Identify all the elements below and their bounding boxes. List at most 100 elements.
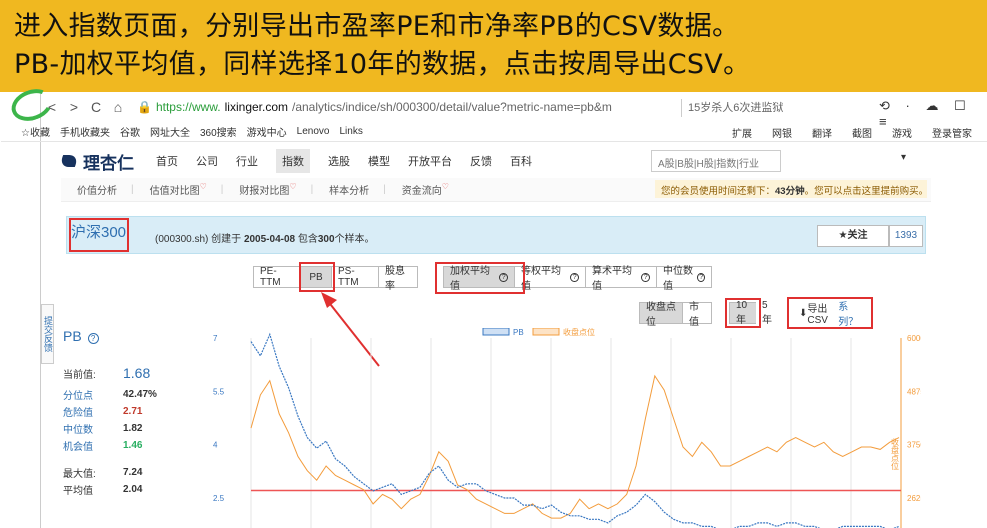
bookmark-item[interactable]: Links xyxy=(339,126,362,137)
bookmark-tool[interactable]: 网银 xyxy=(772,125,792,140)
stat-row-max: 最大值: 7.24 xyxy=(63,467,143,480)
nav-model[interactable]: 模型 xyxy=(368,153,390,169)
stat-row-danger: 危险值 2.71 xyxy=(63,406,143,419)
stat-row-percentile: 分位点 42.47% xyxy=(63,389,157,402)
url-scheme: https://www. xyxy=(155,100,221,114)
heart-icon: ♡ xyxy=(441,182,449,191)
avg-arithmetic[interactable]: 算术平均值? xyxy=(585,266,657,292)
bookmark-item[interactable]: 谷歌 xyxy=(120,124,140,139)
current-value: 1.68 xyxy=(123,365,151,381)
help-icon: ? xyxy=(697,272,705,282)
subnav-valuation-compare[interactable]: 估值对比图♡ xyxy=(150,182,207,197)
home-button[interactable]: ⌂ xyxy=(107,99,129,115)
heart-icon: ♡ xyxy=(199,182,207,191)
brand-name: 理杏仁 xyxy=(83,153,134,173)
forward-button[interactable]: > xyxy=(63,99,85,115)
legend-label-pb: PB xyxy=(513,328,524,337)
membership-notice[interactable]: 您的会员使用时间还剩下：43分钟。您可以点击这里提前购买。 xyxy=(655,180,928,198)
highlight-index-name xyxy=(69,218,129,252)
view-toggle: 收盘点位 市值 xyxy=(639,302,712,328)
instruction-line-1: 进入指数页面，分别导出市盈率PE和市净率PB的CSV数据。 xyxy=(14,11,740,42)
legend-swatch-close xyxy=(532,328,560,336)
nav-open-platform[interactable]: 开放平台 xyxy=(408,153,452,169)
nav-index[interactable]: 指数 xyxy=(276,149,310,173)
stats-title: PB ? xyxy=(63,328,183,344)
bookmarks-right: 扩展 网银 翻译 截图 游戏 登录管家 xyxy=(732,125,982,140)
highlight-export xyxy=(787,297,873,329)
y-left-tick: 7 xyxy=(213,334,218,343)
nav-wiki[interactable]: 百科 xyxy=(510,153,532,169)
avg-median[interactable]: 中位数值? xyxy=(656,266,712,292)
subnav-value-analysis[interactable]: 价值分析 xyxy=(77,182,117,197)
view-market-cap[interactable]: 市值 xyxy=(682,302,712,328)
stat-row-opportunity: 机会值 1.46 xyxy=(63,440,143,453)
bookmark-tool[interactable]: 游戏 xyxy=(892,125,912,140)
y-left-tick: 5.5 xyxy=(213,387,225,396)
site-header: 理杏仁 首页 公司 行业 指数 选股 模型 开放平台 反馈 百科 A股|B股|H… xyxy=(58,146,961,176)
y-right-tick: 6000 xyxy=(907,334,921,343)
index-meta: (000300.sh) 创建于 2005-04-08 包含300个样本。 xyxy=(155,234,375,245)
pb-chart[interactable]: 7 5.5 4 2.5 6000 4875 3750 2625 收盘点位 PB 收盘点位 xyxy=(201,328,921,528)
follow-count: 1393 xyxy=(889,225,923,247)
url-path: /analytics/indice/sh/000300/detail/value… xyxy=(292,100,612,114)
feedback-tab[interactable]: 提交反馈 xyxy=(41,304,54,364)
subnav-report-compare[interactable]: 财报对比图♡ xyxy=(239,182,296,197)
current-value-row: 当前值: 1.68 xyxy=(63,365,151,381)
y-right-tick: 4875 xyxy=(907,387,921,396)
bookmark-tool[interactable]: 翻译 xyxy=(812,125,832,140)
bookmark-item[interactable]: 游戏中心 xyxy=(247,124,287,139)
stat-row-median: 中位数 1.82 xyxy=(63,423,143,436)
view-close-price[interactable]: 收盘点位 xyxy=(639,302,683,328)
heart-icon: ♡ xyxy=(289,182,297,191)
bookmark-item[interactable]: 网址大全 xyxy=(150,124,190,139)
series-line-close-price xyxy=(250,374,900,519)
user-menu-caret-icon[interactable]: ▾ xyxy=(901,152,906,163)
y-right-tick: 2625 xyxy=(907,494,921,503)
nav-home[interactable]: 首页 xyxy=(156,153,178,169)
y-right-label: 收盘点位 xyxy=(891,437,900,470)
highlight-weighted xyxy=(435,262,525,294)
y-right-tick: 3750 xyxy=(907,441,921,450)
nav-company[interactable]: 公司 xyxy=(196,153,218,169)
bookmark-tool[interactable]: 登录管家 xyxy=(932,125,972,140)
help-icon: ? xyxy=(641,272,650,282)
series-line-pb xyxy=(250,332,900,528)
index-info-bar: 沪深300 (000300.sh) 创建于 2005-04-08 包含300个样… xyxy=(66,216,926,254)
metric-dividend-yield[interactable]: 股息率 xyxy=(378,266,418,292)
browser-window: < > C ⌂ 🔒 https://www. lixinger.com/analy… xyxy=(1,83,987,528)
bookmark-item[interactable]: 手机收藏夹 xyxy=(60,124,110,139)
help-icon[interactable]: ? xyxy=(87,333,99,344)
nav-industry[interactable]: 行业 xyxy=(236,153,258,169)
bookmark-item[interactable]: 360搜索 xyxy=(200,124,237,139)
bookmarks-bar: ☆收藏 手机收藏夹 谷歌 网址大全 360搜索 游戏中心 Lenovo Link… xyxy=(1,122,987,142)
stat-row-avg: 平均值 2.04 xyxy=(63,484,143,497)
reload-button[interactable]: C xyxy=(85,99,107,115)
metric-ps-ttm[interactable]: PS-TTM xyxy=(331,266,379,288)
bookmark-tool[interactable]: 截图 xyxy=(852,125,872,140)
metric-selector: PE-TTM PB PS-TTM 股息率 xyxy=(253,266,418,292)
browser-toolbar: < > C ⌂ 🔒 https://www. lixinger.com/analy… xyxy=(7,83,987,129)
site-logo[interactable]: 理杏仁 xyxy=(58,149,134,174)
metric-pe-ttm[interactable]: PE-TTM xyxy=(253,266,301,288)
legend-swatch-pb xyxy=(482,328,510,336)
subnav-fund-flow[interactable]: 资金流向♡ xyxy=(402,182,449,197)
bookmark-item[interactable]: Lenovo xyxy=(297,126,330,137)
brand-icon xyxy=(58,155,80,167)
instruction-banner: 进入指数页面，分别导出市盈率PE和市净率PB的CSV数据。 PB-加权平均值，同… xyxy=(0,0,987,92)
bookmark-tool[interactable]: 扩展 xyxy=(732,125,752,140)
follow-button[interactable]: ★关注 xyxy=(817,225,889,247)
url-host: lixinger.com xyxy=(224,100,288,114)
browser-search-input[interactable]: 15岁杀人6次进监狱 xyxy=(681,99,871,117)
instruction-line-2: PB-加权平均值，同样选择10年的数据，点击按周导出CSV。 xyxy=(14,49,751,80)
y-left-tick: 4 xyxy=(213,441,218,450)
address-bar[interactable]: 🔒 https://www. lixinger.com/analytics/ind… xyxy=(137,100,612,114)
site-search-input[interactable]: A股|B股|H股|指数|行业 xyxy=(651,150,781,172)
bookmark-item[interactable]: ☆收藏 xyxy=(21,124,50,139)
subnav-sample-analysis[interactable]: 样本分析 xyxy=(329,182,369,197)
highlight-10y xyxy=(725,298,761,328)
legend-label-close: 收盘点位 xyxy=(563,328,595,337)
nav-stock-picker[interactable]: 选股 xyxy=(328,153,350,169)
pb-stats-panel: PB ? 当前值: 1.68 分位点 42.47% 危险值 2.71 中位数 1.82 … xyxy=(63,328,183,498)
lock-icon: 🔒 xyxy=(137,100,152,114)
nav-feedback[interactable]: 反馈 xyxy=(470,153,492,169)
